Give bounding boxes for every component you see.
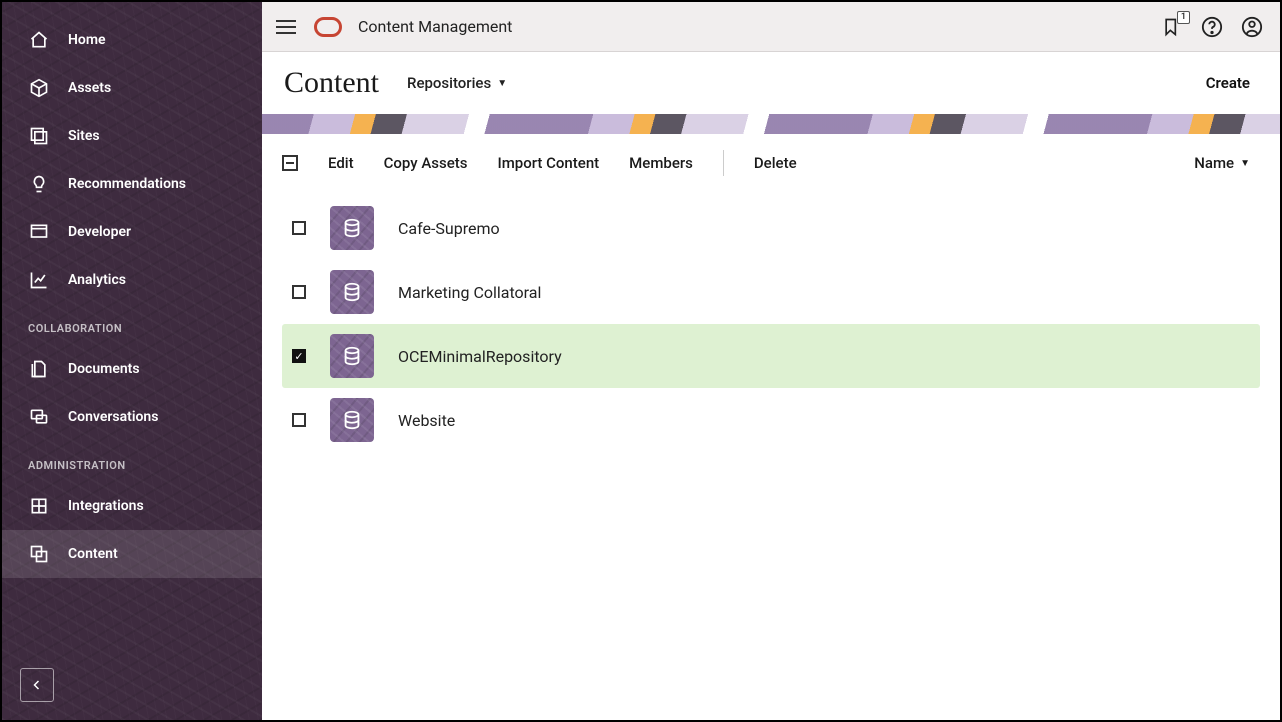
nav-label: Content	[68, 546, 118, 562]
row-checkbox[interactable]	[292, 221, 306, 235]
repository-name: Website	[398, 411, 455, 430]
help-button[interactable]	[1200, 15, 1224, 39]
nav-label: Developer	[68, 224, 131, 240]
nav-label: Recommendations	[68, 176, 186, 192]
nav-item-recommendations[interactable]: Recommendations	[2, 160, 262, 208]
nav-label: Sites	[68, 128, 100, 144]
notifications-button[interactable]: 1	[1160, 15, 1184, 39]
repository-name: OCEMinimalRepository	[398, 347, 562, 366]
nav-label: Analytics	[68, 272, 126, 288]
analytics-icon	[28, 269, 50, 291]
nav-item-home[interactable]: Home	[2, 16, 262, 64]
page-header: Content Repositories ▼ Create	[262, 52, 1280, 114]
main: Content Management 1 Content Repositorie…	[262, 2, 1280, 720]
row-checkbox[interactable]: ✓	[292, 349, 306, 363]
repository-icon	[330, 398, 374, 442]
row-checkbox[interactable]	[292, 413, 306, 427]
action-separator	[723, 150, 724, 176]
nav-item-analytics[interactable]: Analytics	[2, 256, 262, 304]
edit-action[interactable]: Edit	[328, 154, 354, 172]
sort-dropdown[interactable]: Name ▼	[1194, 154, 1250, 172]
sidebar: Home Assets Sites Recommendations Develo…	[2, 2, 262, 720]
topbar: Content Management 1	[262, 2, 1280, 52]
nav-label: Integrations	[68, 498, 144, 514]
repository-list: Cafe-Supremo Marketing Collatoral ✓ OCEM…	[262, 192, 1280, 472]
nav-item-documents[interactable]: Documents	[2, 345, 262, 393]
menu-toggle-button[interactable]	[274, 15, 298, 39]
create-button[interactable]: Create	[1206, 74, 1250, 92]
action-bar: Edit Copy Assets Import Content Members …	[262, 134, 1280, 192]
repository-icon	[330, 206, 374, 250]
nav-item-sites[interactable]: Sites	[2, 112, 262, 160]
nav-label: Assets	[68, 80, 111, 96]
developer-icon	[28, 221, 50, 243]
sites-icon	[28, 125, 50, 147]
sort-label: Name	[1194, 154, 1234, 172]
assets-icon	[28, 77, 50, 99]
nav-label: Documents	[68, 361, 140, 377]
nav-item-integrations[interactable]: Integrations	[2, 482, 262, 530]
conversations-icon	[28, 406, 50, 428]
nav-heading-administration: ADMINISTRATION	[2, 441, 262, 482]
collapse-sidebar-button[interactable]	[20, 668, 54, 702]
recommendations-icon	[28, 173, 50, 195]
nav-section-main: Home Assets Sites Recommendations Develo…	[2, 2, 262, 304]
nav-heading-collaboration: COLLABORATION	[2, 304, 262, 345]
documents-icon	[28, 358, 50, 380]
home-icon	[28, 29, 50, 51]
app-title: Content Management	[358, 17, 512, 36]
members-action[interactable]: Members	[629, 154, 693, 172]
repository-icon	[330, 334, 374, 378]
content-icon	[28, 543, 50, 565]
delete-action[interactable]: Delete	[754, 154, 797, 172]
nav-label: Conversations	[68, 409, 158, 425]
copy-assets-action[interactable]: Copy Assets	[384, 154, 468, 172]
nav-item-content[interactable]: Content	[2, 530, 262, 578]
repository-icon	[330, 270, 374, 314]
user-menu-button[interactable]	[1240, 15, 1264, 39]
oracle-logo-icon	[314, 17, 342, 37]
nav-item-conversations[interactable]: Conversations	[2, 393, 262, 441]
integrations-icon	[28, 495, 50, 517]
decorative-pattern-strip	[262, 114, 1280, 134]
caret-down-icon: ▼	[497, 78, 507, 89]
select-all-checkbox[interactable]	[282, 155, 298, 171]
row-checkbox[interactable]	[292, 285, 306, 299]
nav-item-assets[interactable]: Assets	[2, 64, 262, 112]
repository-row[interactable]: Website	[282, 388, 1260, 452]
repository-row[interactable]: Cafe-Supremo	[282, 196, 1260, 260]
repository-row[interactable]: ✓ OCEMinimalRepository	[282, 324, 1260, 388]
repository-name: Marketing Collatoral	[398, 283, 541, 302]
nav-label: Home	[68, 32, 106, 48]
page-title: Content	[284, 66, 379, 100]
nav-item-developer[interactable]: Developer	[2, 208, 262, 256]
scope-dropdown[interactable]: Repositories ▼	[407, 74, 507, 92]
repository-row[interactable]: Marketing Collatoral	[282, 260, 1260, 324]
repository-name: Cafe-Supremo	[398, 219, 500, 238]
scope-dropdown-label: Repositories	[407, 74, 491, 92]
notification-count-badge: 1	[1177, 11, 1190, 24]
caret-down-icon: ▼	[1240, 158, 1250, 169]
import-content-action[interactable]: Import Content	[497, 154, 599, 172]
